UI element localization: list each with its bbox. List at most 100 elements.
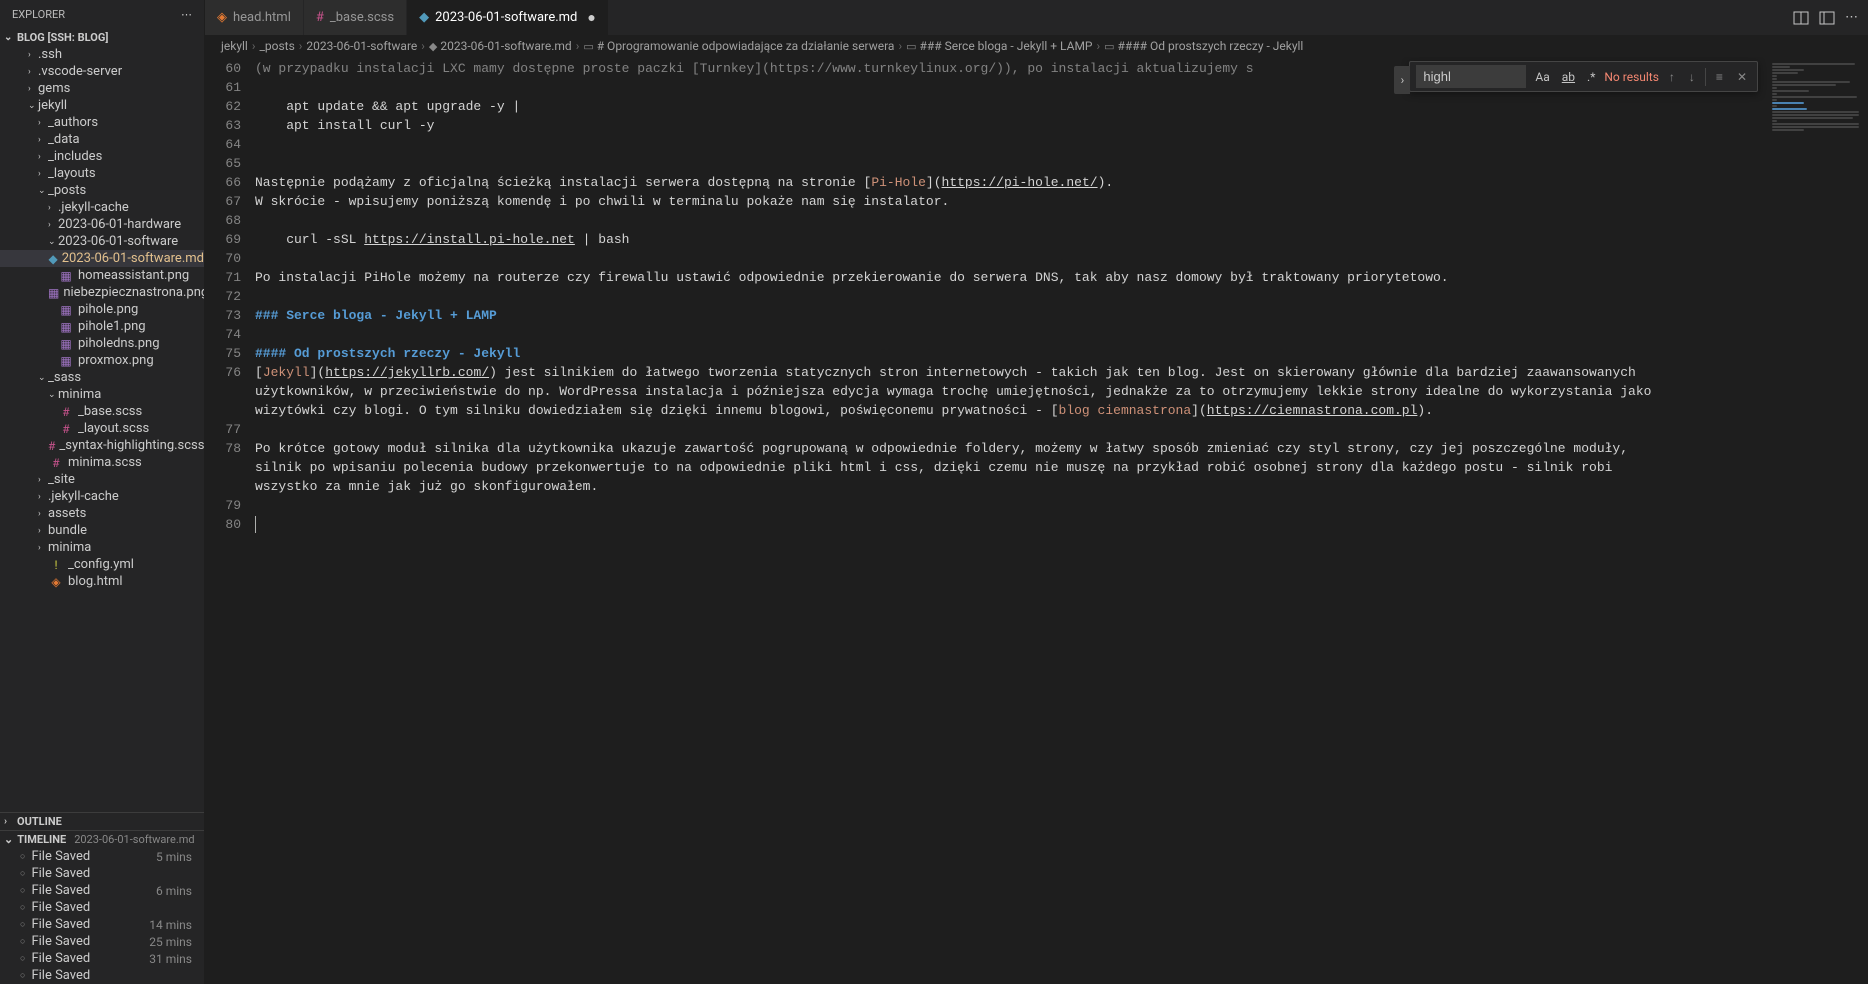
folder-item[interactable]: ›assets: [0, 505, 204, 522]
timeline-item[interactable]: ○File Saved: [0, 899, 204, 916]
find-expand-icon[interactable]: ›: [1394, 66, 1410, 94]
tab[interactable]: ◆2023-06-01-software.md●: [407, 0, 609, 35]
tab-label: 2023-06-01-software.md: [435, 10, 577, 25]
timeline-item[interactable]: ○File Saved: [0, 865, 204, 882]
tree-item-label: homeassistant.png: [78, 268, 189, 283]
chevron-right-icon: ›: [38, 152, 48, 162]
timeline-item[interactable]: ○File Saved14 mins: [0, 916, 204, 933]
folder-item[interactable]: ⌄jekyll: [0, 97, 204, 114]
tree-item-label: assets: [48, 506, 86, 521]
match-word-icon[interactable]: ab: [1559, 68, 1578, 86]
timeline-header[interactable]: ⌄ TIMELINE 2023-06-01-software.md: [0, 831, 204, 848]
timeline-item[interactable]: ○File Saved25 mins: [0, 933, 204, 950]
find-input[interactable]: [1416, 65, 1526, 88]
tree-item-label: proxmox.png: [78, 353, 154, 368]
find-next-icon[interactable]: ↓: [1685, 68, 1699, 86]
timeline-item[interactable]: ○File Saved6 mins: [0, 882, 204, 899]
folder-item[interactable]: ›gems: [0, 80, 204, 97]
find-widget: › Aa ab .* No results ↑ ↓ ≡ ✕: [1409, 61, 1758, 92]
tree-item-label: _layout.scss: [78, 421, 149, 436]
split-editor-icon[interactable]: [1793, 10, 1809, 26]
file-item[interactable]: ▦proxmox.png: [0, 352, 204, 369]
breadcrumb-item[interactable]: _posts: [259, 39, 294, 53]
tabbar: ◈head.html # _base.scss ◆2023-06-01-softwar…: [205, 0, 1868, 35]
file-item[interactable]: !_config.yml: [0, 556, 204, 573]
sidebar: EXPLORER ⋯ ⌄ BLOG [SSH: BLOG] ›.ssh›.vsc…: [0, 0, 205, 984]
breadcrumbs[interactable]: jekyll›_posts›2023-06-01-software›◆ 2023…: [205, 35, 1868, 57]
folder-item[interactable]: ⌄2023-06-01-software: [0, 233, 204, 250]
file-item[interactable]: #_syntax-highlighting.scss: [0, 437, 204, 454]
timeline-item[interactable]: ○File Saved5 mins: [0, 848, 204, 865]
chevron-right-icon: ›: [38, 118, 48, 128]
breadcrumb-item[interactable]: ▭ ### Serce bloga - Jekyll + LAMP: [906, 39, 1092, 53]
find-close-icon[interactable]: ✕: [1733, 68, 1751, 86]
folder-item[interactable]: ›bundle: [0, 522, 204, 539]
find-selection-icon[interactable]: ≡: [1712, 68, 1727, 86]
folder-item[interactable]: ›_data: [0, 131, 204, 148]
folder-item[interactable]: ⌄_posts: [0, 182, 204, 199]
layout-icon[interactable]: [1819, 10, 1835, 26]
circle-icon: ○: [20, 902, 25, 913]
tree-item-label: .vscode-server: [38, 64, 122, 79]
chevron-down-icon: ⌄: [48, 390, 58, 400]
outline-header[interactable]: › OUTLINE: [0, 813, 204, 830]
timeline-label: File Saved: [31, 968, 90, 983]
file-item[interactable]: ◆2023-06-01-software.md: [0, 250, 204, 267]
folder-item[interactable]: ›_layouts: [0, 165, 204, 182]
file-item[interactable]: ▦pihole1.png: [0, 318, 204, 335]
file-item[interactable]: ▦niebezpiecznastrona.png: [0, 284, 204, 301]
tab[interactable]: # _base.scss: [304, 0, 407, 35]
folder-item[interactable]: ⌄minima: [0, 386, 204, 403]
file-item[interactable]: #minima.scss: [0, 454, 204, 471]
tree-item-label: bundle: [48, 523, 87, 538]
tab[interactable]: ◈head.html: [205, 0, 304, 35]
more-icon[interactable]: ⋯: [1845, 10, 1858, 25]
code-content[interactable]: (w przypadku instalacji LXC mamy dostępn…: [255, 57, 1868, 984]
regex-icon[interactable]: .*: [1584, 68, 1598, 86]
folder-item[interactable]: ›.jekyll-cache: [0, 488, 204, 505]
tree-item-label: minima: [58, 387, 101, 402]
file-item[interactable]: ▦homeassistant.png: [0, 267, 204, 284]
breadcrumb-item[interactable]: ◆ 2023-06-01-software.md: [429, 39, 572, 53]
tree-item-label: .jekyll-cache: [48, 489, 119, 504]
find-prev-icon[interactable]: ↑: [1665, 68, 1679, 86]
tab-label: _base.scss: [330, 10, 394, 25]
folder-item[interactable]: ⌄_sass: [0, 369, 204, 386]
minimap[interactable]: [1768, 57, 1868, 217]
folder-item[interactable]: ›_authors: [0, 114, 204, 131]
folder-item[interactable]: ›_site: [0, 471, 204, 488]
timeline-list: ○File Saved5 mins○File Saved○File Saved6…: [0, 848, 204, 984]
match-case-icon[interactable]: Aa: [1532, 68, 1552, 86]
file-item[interactable]: ▦pihole.png: [0, 301, 204, 318]
explorer-more-icon[interactable]: ⋯: [181, 8, 192, 21]
file-item[interactable]: ◈blog.html: [0, 573, 204, 590]
timeline-item[interactable]: ○File Saved31 mins: [0, 950, 204, 967]
tree-item-label: 2023-06-01-software: [58, 234, 178, 249]
file-item[interactable]: #_layout.scss: [0, 420, 204, 437]
folder-item[interactable]: ›.vscode-server: [0, 63, 204, 80]
tree-item-label: pihole.png: [78, 302, 138, 317]
scss-icon: #: [316, 10, 324, 25]
tree-item-label: piholedns.png: [78, 336, 160, 351]
tree-item-label: gems: [38, 81, 70, 96]
folder-item[interactable]: ›.jekyll-cache: [0, 199, 204, 216]
chevron-down-icon: ⌄: [38, 186, 48, 196]
folder-item[interactable]: ›minima: [0, 539, 204, 556]
symbol-icon: ▭: [1104, 40, 1114, 53]
folder-item[interactable]: ›.ssh: [0, 46, 204, 63]
timeline-item[interactable]: ○File Saved: [0, 967, 204, 984]
editor[interactable]: 6061626364656667686970717273747576777879…: [205, 57, 1868, 984]
breadcrumb-item[interactable]: ▭ #### Od prostszych rzeczy - Jekyll: [1104, 39, 1303, 53]
breadcrumb-separator: ›: [252, 39, 256, 53]
folder-item[interactable]: ›2023-06-01-hardware: [0, 216, 204, 233]
breadcrumb-item[interactable]: 2023-06-01-software: [306, 39, 417, 53]
breadcrumb-item[interactable]: jekyll: [221, 39, 248, 53]
chevron-right-icon: ›: [38, 169, 48, 179]
workspace-header[interactable]: ⌄ BLOG [SSH: BLOG]: [0, 29, 204, 46]
chevron-right-icon: ›: [38, 135, 48, 145]
tree-item-label: _site: [48, 472, 75, 487]
folder-item[interactable]: ›_includes: [0, 148, 204, 165]
breadcrumb-item[interactable]: ▭ # Oprogramowanie odpowiadające za dzia…: [583, 39, 894, 53]
file-item[interactable]: ▦piholedns.png: [0, 335, 204, 352]
file-item[interactable]: #_base.scss: [0, 403, 204, 420]
